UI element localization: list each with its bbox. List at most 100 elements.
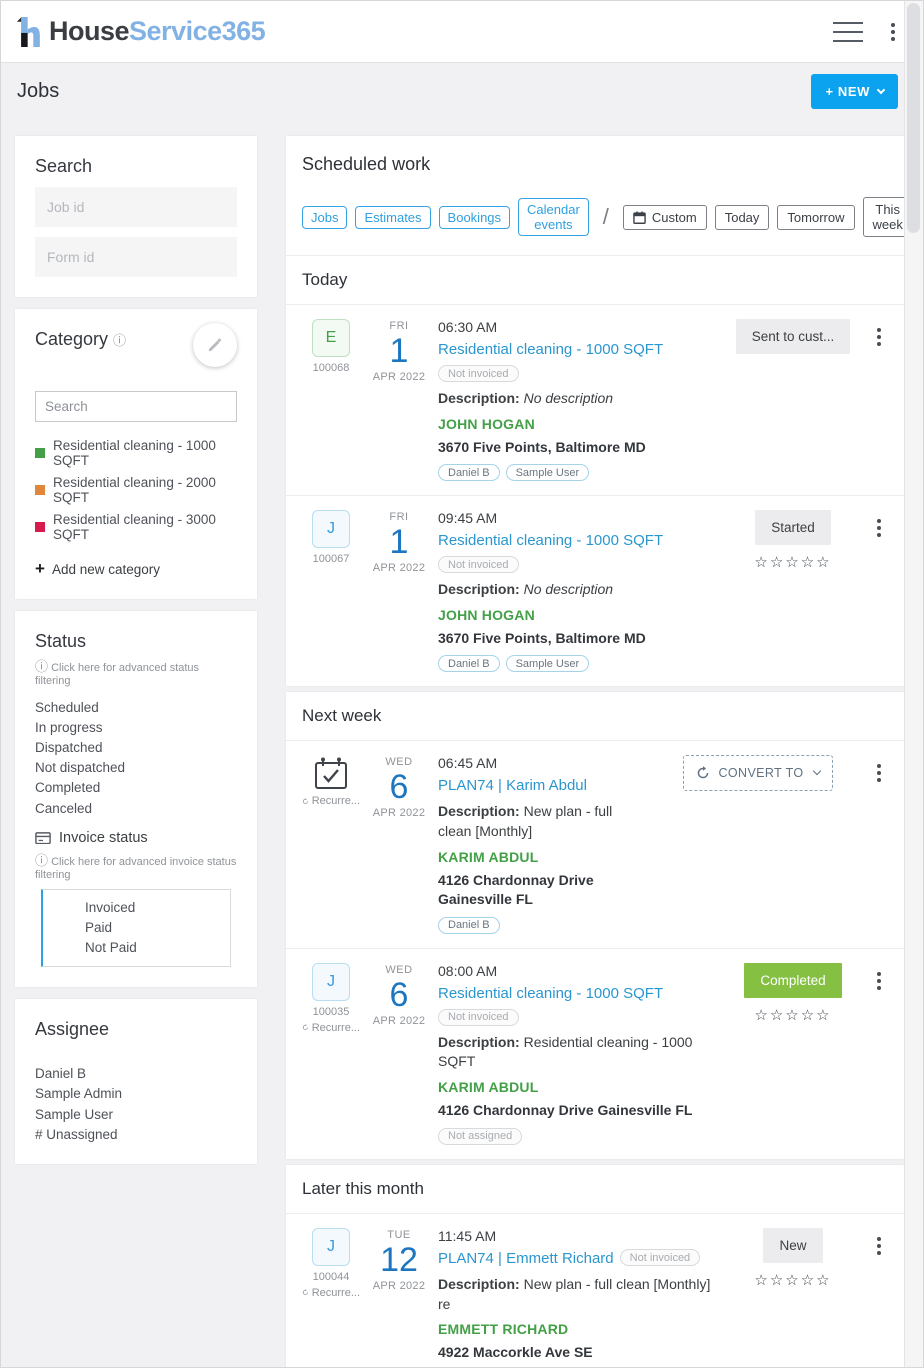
day-number: 6 [360,976,438,1015]
assignee-tag: Not assigned [438,1128,522,1145]
month-year: APR 2022 [360,1280,438,1292]
section-title-today: Today [286,255,904,304]
customer-name-link[interactable]: JOHN HOGAN [438,607,714,623]
status-item[interactable]: Not dispatched [35,758,237,778]
assignee-tag: Daniel B [438,655,500,672]
job-address: 3670 Five Points, Baltimore MD [438,629,714,649]
assignee-panel-title: Assignee [35,1019,237,1040]
recurrence-icon [302,1024,309,1031]
job-description: Description: No description [438,389,714,409]
recurrent-label: Recurre... [302,1022,360,1034]
job-badge[interactable]: J [312,510,350,548]
scheduled-work-area: Scheduled work Jobs Estimates Bookings C… [286,136,904,1368]
status-item[interactable]: Canceled [35,798,237,818]
status-panel-title: Status [35,631,237,652]
invoice-status-item[interactable]: Paid [85,917,222,937]
invoice-status-list: Invoiced Paid Not Paid [41,889,231,967]
day-number: 12 [360,1241,438,1280]
card-kebab-menu-icon[interactable] [871,1233,887,1259]
filter-calendar-events-chip[interactable]: Calendar events [518,198,589,236]
job-id-field [35,187,237,227]
status-item[interactable]: Completed [35,778,237,798]
rating-stars: ☆☆☆☆☆ [722,553,864,571]
form-id-input[interactable] [47,249,228,265]
status-item[interactable]: Dispatched [35,737,237,757]
category-panel-title: Categoryⓘ [35,329,126,350]
customer-name-link[interactable]: EMMETT RICHARD [438,1321,714,1337]
info-icon: ⓘ [35,659,48,674]
job-id-input[interactable] [47,199,228,215]
card-kebab-menu-icon[interactable] [871,324,887,350]
category-item[interactable]: Residential cleaning - 3000 SQFT [35,508,237,545]
page-title: Jobs [17,80,59,103]
month-year: APR 2022 [360,562,438,574]
add-new-category-button[interactable]: +Add new category [35,559,237,579]
job-title-link[interactable]: Residential cleaning - 1000 SQFT [438,532,663,549]
job-time: 06:30 AM [438,319,714,335]
calendar-event-icon[interactable] [313,757,349,791]
day-of-week: WED [360,756,438,768]
day-of-week: FRI [360,320,438,332]
edit-categories-button[interactable] [193,323,237,367]
new-button[interactable]: + NEW [811,74,898,109]
filter-jobs-chip[interactable]: Jobs [302,206,347,229]
advanced-invoice-filtering-link[interactable]: ⓘ Click here for advanced invoice status… [35,850,237,881]
job-title-link[interactable]: Residential cleaning - 1000 SQFT [438,985,663,1002]
category-search-field [35,391,237,422]
rating-stars: ☆☆☆☆☆ [722,1271,864,1289]
assignee-item[interactable]: Sample User [35,1104,237,1124]
header-kebab-menu-icon[interactable] [885,19,901,45]
advanced-status-filtering-link[interactable]: ⓘ Click here for advanced status filteri… [35,656,237,687]
filter-bookings-chip[interactable]: Bookings [439,206,510,229]
filter-estimates-chip[interactable]: Estimates [355,206,430,229]
customer-name-link[interactable]: KARIM ABDUL [438,1079,714,1095]
card-kebab-menu-icon[interactable] [871,760,887,786]
month-year: APR 2022 [360,1015,438,1027]
filter-tomorrow-chip[interactable]: Tomorrow [777,205,854,230]
month-year: APR 2022 [360,807,438,819]
assignee-item[interactable]: Sample Admin [35,1084,237,1104]
job-status-button[interactable]: Completed [744,963,841,998]
job-status-button[interactable]: Sent to cust... [736,319,851,354]
job-id: 100044 [302,1271,360,1283]
calendar-icon [633,211,646,224]
job-title-link[interactable]: Residential cleaning - 1000 SQFT [438,341,663,358]
convert-to-button[interactable]: CONVERT TO [683,755,832,791]
job-card: Recurre... WED 6 APR 2022 06:45 AM PLAN7… [286,740,904,947]
vertical-scrollbar[interactable] [904,1,923,1367]
scrollbar-thumb[interactable] [907,3,920,233]
job-id: 100067 [302,553,360,565]
estimate-badge[interactable]: E [312,319,350,357]
info-icon[interactable]: ⓘ [113,333,126,348]
job-status-button[interactable]: Started [755,510,831,545]
job-title-link[interactable]: PLAN74 | Karim Abdul [438,777,587,794]
day-of-week: FRI [360,511,438,523]
category-item[interactable]: Residential cleaning - 2000 SQFT [35,471,237,508]
status-item[interactable]: Scheduled [35,697,237,717]
brand-name: HouseService365 [49,16,265,47]
card-kebab-menu-icon[interactable] [871,515,887,541]
filter-custom-chip[interactable]: Custom [623,205,707,230]
form-id-field [35,237,237,277]
assignee-item[interactable]: # Unassigned [35,1124,237,1144]
category-search-input[interactable] [35,391,237,422]
job-time: 11:45 AM [438,1228,714,1244]
assignee-item[interactable]: Daniel B [35,1064,237,1084]
category-item[interactable]: Residential cleaning - 1000 SQFT [35,434,237,471]
recurrence-icon [302,798,309,805]
job-badge[interactable]: J [312,963,350,1001]
invoice-status-item[interactable]: Not Paid [85,938,222,958]
filter-today-chip[interactable]: Today [715,205,770,230]
job-status-button[interactable]: New [763,1228,822,1263]
job-title-link[interactable]: PLAN74 | Emmett Richard [438,1250,614,1267]
hamburger-menu-icon[interactable] [833,22,863,42]
job-card: J 100044 Recurre... TUE 12 APR 2022 11:4… [286,1213,904,1368]
customer-name-link[interactable]: JOHN HOGAN [438,416,714,432]
card-kebab-menu-icon[interactable] [871,968,887,994]
invoice-status-item[interactable]: Invoiced [85,897,222,917]
status-item[interactable]: In progress [35,717,237,737]
brand-logo[interactable]: HouseService365 [15,14,265,50]
job-badge[interactable]: J [312,1228,350,1266]
customer-name-link[interactable]: KARIM ABDUL [438,849,644,865]
assignee-panel: Assignee Daniel B Sample Admin Sample Us… [15,999,257,1165]
